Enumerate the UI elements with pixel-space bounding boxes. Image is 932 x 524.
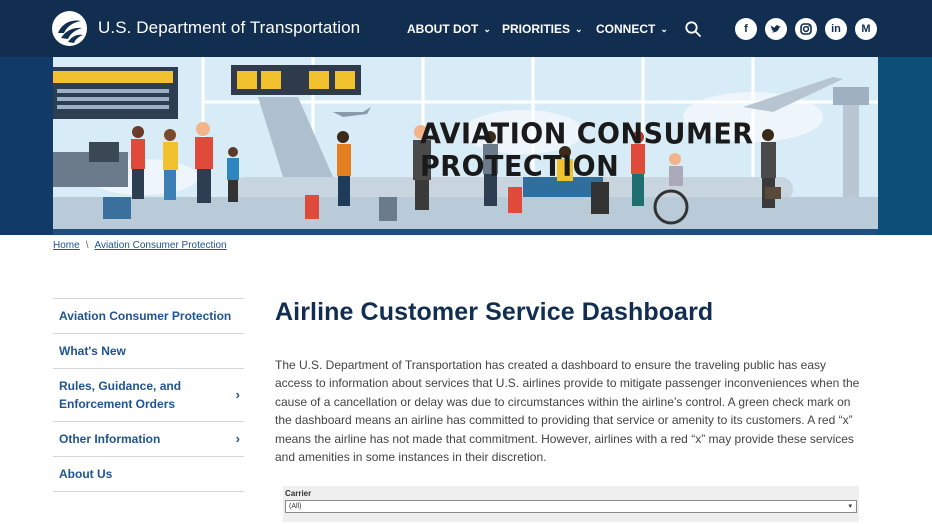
sidebar-item-label: Rules, Guidance, and Enforcement Orders bbox=[59, 379, 182, 411]
sidebar-nav: Aviation Consumer Protection What's New … bbox=[53, 298, 244, 492]
sidebar-item-whats-new[interactable]: What's New bbox=[53, 334, 244, 369]
banner-background-left bbox=[0, 57, 53, 235]
chevron-down-icon: ⌄ bbox=[575, 24, 583, 34]
carrier-select[interactable]: (All) ▾ bbox=[285, 500, 857, 513]
site-title[interactable]: U.S. Department of Transportation bbox=[98, 18, 360, 38]
nav-connect[interactable]: CONNECT ⌄ bbox=[596, 22, 668, 36]
breadcrumb-current-link[interactable]: Aviation Consumer Protection bbox=[94, 240, 226, 251]
sidebar-item-label: Aviation Consumer Protection bbox=[59, 309, 232, 323]
facebook-icon[interactable]: f bbox=[735, 18, 757, 40]
sidebar-item-aviation-consumer-protection[interactable]: Aviation Consumer Protection bbox=[53, 299, 244, 334]
sidebar-item-about-us[interactable]: About Us bbox=[53, 457, 244, 492]
medium-icon[interactable]: M bbox=[855, 18, 877, 40]
instagram-icon[interactable] bbox=[795, 18, 817, 40]
intro-paragraph: The U.S. Department of Transportation ha… bbox=[275, 358, 860, 465]
sidebar-item-label: About Us bbox=[59, 467, 113, 481]
breadcrumb: Home \ Aviation Consumer Protection bbox=[53, 240, 227, 251]
hero-banner: AVIATION CONSUMER PROTECTION bbox=[53, 57, 878, 235]
chevron-down-icon: ⌄ bbox=[660, 24, 668, 34]
sidebar-item-rules-guidance[interactable]: Rules, Guidance, and Enforcement Orders … bbox=[53, 369, 244, 422]
breadcrumb-separator: \ bbox=[85, 240, 89, 251]
nav-about-dot[interactable]: ABOUT DOT ⌄ bbox=[407, 22, 491, 36]
twitter-icon[interactable] bbox=[765, 18, 787, 40]
carrier-filter-label: Carrier bbox=[285, 489, 312, 498]
sidebar-item-label: Other Information bbox=[59, 432, 161, 446]
sidebar-item-label: What's New bbox=[59, 344, 126, 358]
chevron-right-icon[interactable]: › bbox=[236, 430, 240, 448]
page-title: Airline Customer Service Dashboard bbox=[275, 298, 714, 326]
nav-connect-label: CONNECT bbox=[596, 22, 656, 36]
linkedin-icon[interactable]: in bbox=[825, 18, 847, 40]
dropdown-arrow-icon[interactable]: ▾ bbox=[848, 501, 852, 512]
dot-logo-icon[interactable] bbox=[52, 11, 87, 46]
nav-priorities-label: PRIORITIES bbox=[502, 22, 571, 36]
chevron-down-icon: ⌄ bbox=[483, 24, 491, 34]
search-icon[interactable] bbox=[684, 20, 702, 38]
banner-title: AVIATION CONSUMER PROTECTION bbox=[420, 118, 754, 184]
site-header: U.S. Department of Transportation ABOUT … bbox=[0, 0, 932, 57]
carrier-select-value: (All) bbox=[289, 503, 302, 510]
nav-priorities[interactable]: PRIORITIES ⌄ bbox=[502, 22, 583, 36]
chevron-right-icon[interactable]: › bbox=[236, 386, 240, 404]
sidebar-item-other-information[interactable]: Other Information › bbox=[53, 422, 244, 457]
carrier-filter: Carrier (All) ▾ bbox=[283, 486, 859, 522]
breadcrumb-home-link[interactable]: Home bbox=[53, 240, 80, 251]
nav-about-dot-label: ABOUT DOT bbox=[407, 22, 479, 36]
